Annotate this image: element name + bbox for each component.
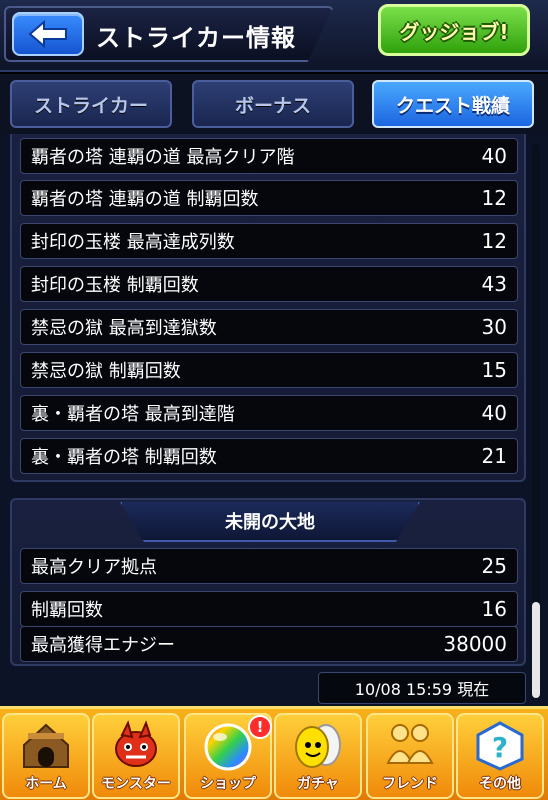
stat-label: 封印の玉楼 最高達成列数: [31, 232, 235, 253]
stat-value: 38000: [443, 632, 507, 656]
stat-row: 裏・覇者の塔 最高到達階 40: [20, 395, 518, 431]
header-bar: ストライカー情報 グッジョブ!: [0, 0, 548, 72]
tab-quest-record[interactable]: クエスト戦績: [372, 80, 534, 128]
scrollbar-thumb[interactable]: [532, 602, 540, 698]
stat-label: 禁忌の獄 制覇回数: [31, 361, 181, 382]
svg-text:?: ?: [492, 731, 508, 764]
tab-striker[interactable]: ストライカー: [10, 80, 172, 128]
gacha-egg-icon: [295, 724, 341, 768]
stat-label: 裏・覇者の塔 最高到達階: [31, 404, 235, 425]
stat-row: 封印の玉楼 制覇回数 43: [20, 266, 518, 302]
timestamp: 10/08 15:59 現在: [318, 672, 526, 704]
stat-label: 最高獲得エナジー: [31, 635, 175, 656]
stat-row: 裏・覇者の塔 制覇回数 21: [20, 438, 518, 474]
stat-label: 覇者の塔 連覇の道 最高クリア階: [31, 147, 295, 168]
nav-other[interactable]: ? その他: [456, 713, 544, 799]
mikai-section-panel: 未開の大地 最高クリア拠点 25 制覇回数 16 最高獲得エナジー 38000: [10, 498, 526, 666]
nav-gacha[interactable]: ガチャ: [274, 713, 362, 799]
nav-label: ガチャ: [297, 776, 339, 792]
stat-row: 最高獲得エナジー 38000: [20, 626, 518, 662]
stat-value: 15: [481, 358, 507, 382]
stat-row: 覇者の塔 連覇の道 最高クリア階 40: [20, 138, 518, 174]
nav-friend[interactable]: フレンド: [366, 713, 454, 799]
stat-row: 禁忌の獄 制覇回数 15: [20, 352, 518, 388]
nav-label: ホーム: [25, 776, 67, 792]
stat-value: 40: [481, 144, 507, 168]
nav-label: モンスター: [101, 776, 171, 792]
page-title: ストライカー情報: [96, 24, 296, 52]
stat-label: 覇者の塔 連覇の道 制覇回数: [31, 189, 259, 210]
stat-label: 最高クリア拠点: [31, 557, 157, 578]
nav-label: その他: [479, 776, 521, 792]
nav-shop[interactable]: ! ショップ: [184, 713, 272, 799]
stat-label: 封印の玉楼 制覇回数: [31, 275, 199, 296]
other-icon: ?: [476, 721, 524, 771]
quest-record-list[interactable]: 覇者の塔 連覇の道 最高クリア階 40 覇者の塔 連覇の道 制覇回数 12 封印…: [0, 134, 548, 706]
tab-bar: ストライカー ボーナス クエスト戦績: [0, 74, 548, 134]
bottom-nav: ホーム モンスター ! ショップ ガチャ フレンド ? その他: [0, 706, 548, 800]
stat-label: 制覇回数: [31, 600, 103, 621]
section-header: 未開の大地: [120, 502, 420, 542]
back-button[interactable]: [12, 12, 84, 56]
stat-value: 30: [481, 315, 507, 339]
back-arrow-icon: [28, 19, 67, 49]
home-icon: [23, 723, 69, 768]
nav-home[interactable]: ホーム: [2, 713, 90, 799]
nav-label: ショップ: [200, 776, 256, 792]
stat-row: 封印の玉楼 最高達成列数 12: [20, 223, 518, 259]
stat-value: 25: [481, 554, 507, 578]
tab-bonus[interactable]: ボーナス: [192, 80, 354, 128]
monster-icon: [115, 720, 157, 767]
tower-stats-panel: 覇者の塔 連覇の道 最高クリア階 40 覇者の塔 連覇の道 制覇回数 12 封印…: [10, 134, 526, 482]
friend-icon: [386, 724, 434, 764]
stat-value: 12: [481, 229, 507, 253]
stat-value: 40: [481, 401, 507, 425]
stat-row: 最高クリア拠点 25: [20, 548, 518, 584]
stat-label: 禁忌の獄 最高到達獄数: [31, 318, 217, 339]
nav-label: フレンド: [382, 776, 438, 792]
notification-badge: !: [248, 715, 272, 739]
stat-label: 裏・覇者の塔 制覇回数: [31, 447, 217, 468]
stat-value: 43: [481, 272, 507, 296]
stat-value: 21: [481, 444, 507, 468]
stat-row: 制覇回数 16: [20, 591, 518, 627]
stat-value: 12: [481, 186, 507, 210]
section-title: 未開の大地: [225, 512, 315, 533]
stat-row: 禁忌の獄 最高到達獄数 30: [20, 309, 518, 345]
nav-monster[interactable]: モンスター: [92, 713, 180, 799]
stat-row: 覇者の塔 連覇の道 制覇回数 12: [20, 180, 518, 216]
stat-value: 16: [481, 597, 507, 621]
good-job-button[interactable]: グッジョブ!: [378, 4, 530, 56]
